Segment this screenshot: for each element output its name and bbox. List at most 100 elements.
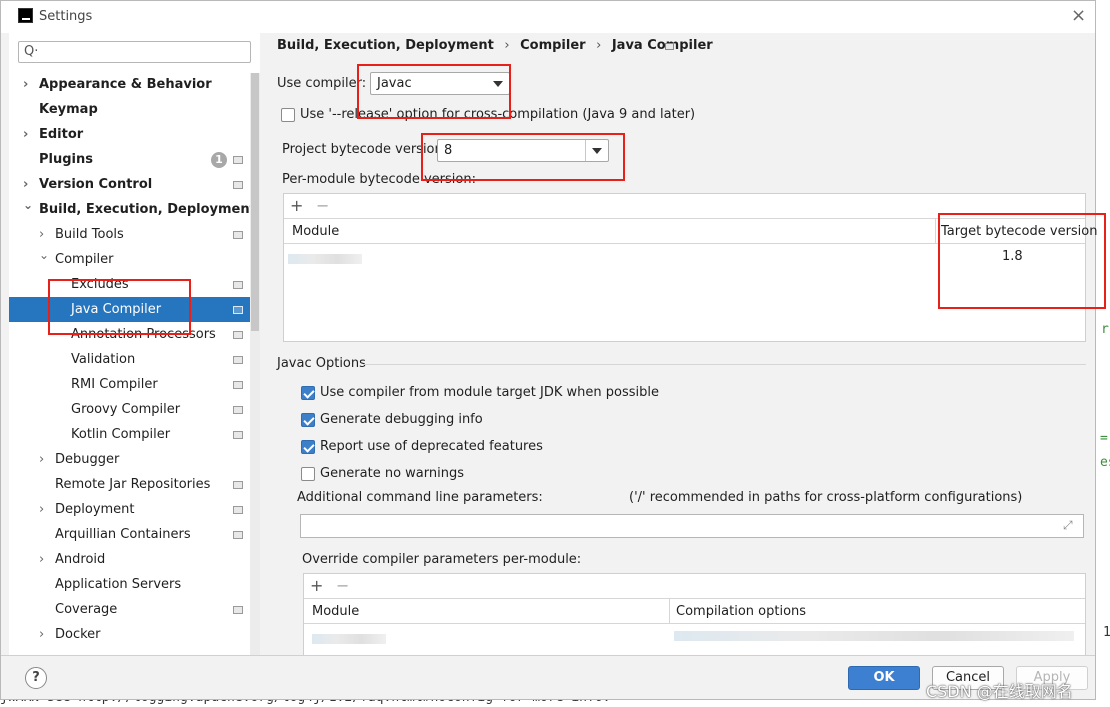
help-button[interactable]: ? [25,667,47,689]
highlight-java-compiler [48,279,191,335]
breadcrumb-java-compiler: Java Compiler [611,38,713,53]
sidebar-item-remote-jar-repositories[interactable]: Remote Jar Repositories [9,472,250,497]
sidebar-item-keymap[interactable]: Keymap [9,97,250,122]
settings-dialog: Settings × Q· › Appearance & Behavior Keym… [0,0,1098,700]
search-input[interactable]: Q· [18,41,251,63]
sidebar-item-docker[interactable]: › Docker [9,622,250,647]
chevron-right-icon[interactable]: › [23,122,28,147]
chevron-right-icon[interactable]: › [23,72,28,97]
add-override-button[interactable]: + [310,576,323,595]
remove-override-button[interactable]: − [336,576,349,595]
project-scope-icon [233,606,243,614]
background-fragment: 1 [1103,625,1110,640]
sidebar-item-label: Arquillian Containers [55,527,191,542]
highlight-use-compiler [357,64,511,119]
module-name-redacted[interactable] [288,254,362,264]
remove-module-button[interactable]: − [316,196,329,215]
sidebar-item-groovy-compiler[interactable]: Groovy Compiler [9,397,250,422]
module-name-redacted[interactable] [312,634,386,644]
sidebar-item-label: Plugins [39,152,93,167]
sidebar-item-label: Keymap [39,102,98,117]
project-scope-icon [233,306,243,314]
compilation-options-redacted[interactable] [674,631,1074,641]
sidebar-item-label: Build, Execution, Deployment [39,202,256,217]
background-fragment: = [1100,431,1108,446]
javac-option-checkbox[interactable] [301,467,315,481]
javac-option-checkbox[interactable] [301,386,315,400]
chevron-down-icon[interactable]: ⌄ [23,193,33,218]
column-divider [935,219,936,243]
additional-params-input[interactable] [300,514,1084,538]
col-module-header[interactable]: Module [312,604,359,619]
javac-option-checkbox[interactable] [301,413,315,427]
additional-params-label: Additional command line parameters: [297,490,543,505]
sidebar-item-label: Debugger [55,452,120,467]
sidebar-item-label: Coverage [55,602,118,617]
ok-button[interactable]: OK [848,666,920,690]
project-scope-icon [233,331,243,339]
sidebar-item-plugins[interactable]: Plugins 1 [9,147,250,172]
sidebar-item-deployment[interactable]: › Deployment [9,497,250,522]
sidebar-item-application-servers[interactable]: Application Servers [9,572,250,597]
expand-icon[interactable]: ⤢ [1063,518,1073,533]
settings-tree-panel: Q· › Appearance & Behavior Keymap › Editor Pl… [9,33,260,655]
update-count-badge: 1 [211,152,227,168]
sidebar-item-label: Deployment [55,502,135,517]
sidebar-item-label: Build Tools [55,227,124,242]
sidebar-item-kotlin-compiler[interactable]: Kotlin Compiler [9,422,250,447]
col-module-header[interactable]: Module [292,224,339,239]
sidebar-item-appearance-behavior[interactable]: › Appearance & Behavior [9,72,250,97]
sidebar-item-label: Kotlin Compiler [71,427,171,442]
project-scope-icon [233,531,243,539]
sidebar-item-android[interactable]: › Android [9,547,250,572]
project-scope-icon [665,43,674,50]
chevron-right-icon[interactable]: › [39,622,44,647]
sidebar-item-build-execution-deployment[interactable]: ⌄ Build, Execution, Deployment [9,197,256,222]
table-divider [304,623,1085,624]
project-scope-icon [233,356,243,364]
sidebar-item-rmi-compiler[interactable]: RMI Compiler [9,372,250,397]
sidebar-item-label: Application Servers [55,577,182,592]
chevron-right-icon[interactable]: › [39,497,44,522]
sidebar-item-label: Remote Jar Repositories [55,477,211,492]
sidebar-item-coverage[interactable]: Coverage [9,597,250,622]
breadcrumb-build[interactable]: Build, Execution, Deployment [277,38,494,53]
sidebar-item-arquillian-containers[interactable]: Arquillian Containers [9,522,250,547]
title-bar: Settings × [1,1,1095,33]
background-fragment: es [1100,455,1110,470]
intellij-app-icon [18,8,33,23]
chevron-right-icon[interactable]: › [39,447,44,472]
column-divider [669,599,670,623]
override-table: + − Module Compilation options [303,573,1086,655]
chevron-down-icon[interactable]: ⌄ [39,243,49,268]
project-scope-icon [233,381,243,389]
window-title: Settings [39,9,93,24]
project-scope-icon [233,481,243,489]
close-icon[interactable]: × [1071,5,1086,26]
javac-option-label: Generate debugging info [320,412,483,427]
col-options-header[interactable]: Compilation options [676,604,806,619]
sidebar-item-version-control[interactable]: › Version Control [9,172,250,197]
sidebar-item-compiler[interactable]: ⌄ Compiler [9,247,250,272]
project-scope-icon [233,431,243,439]
sidebar-item-debugger[interactable]: › Debugger [9,447,250,472]
project-scope-icon [233,281,243,289]
add-module-button[interactable]: + [290,196,303,215]
override-params-label: Override compiler parameters per-module: [302,552,582,567]
javac-option-label: Report use of deprecated features [320,439,543,454]
footer-divider [1,655,1095,656]
sidebar-item-label: Docker [55,627,101,642]
javac-option-checkbox[interactable] [301,440,315,454]
project-scope-icon [233,506,243,514]
sidebar-item-editor[interactable]: › Editor [9,122,250,147]
sidebar-item-label: Appearance & Behavior [39,77,212,92]
additional-params-hint: ('/' recommended in paths for cross-plat… [629,490,1023,505]
sidebar-item-validation[interactable]: Validation [9,347,250,372]
release-option-checkbox[interactable] [281,108,295,122]
sidebar-item-label: RMI Compiler [71,377,158,392]
sidebar-item-label: Validation [71,352,136,367]
scrollbar-thumb[interactable] [251,73,259,331]
breadcrumb: Build, Execution, Deployment › Compiler … [277,38,719,53]
breadcrumb-compiler[interactable]: Compiler [520,38,585,53]
chevron-right-icon[interactable]: › [39,547,44,572]
